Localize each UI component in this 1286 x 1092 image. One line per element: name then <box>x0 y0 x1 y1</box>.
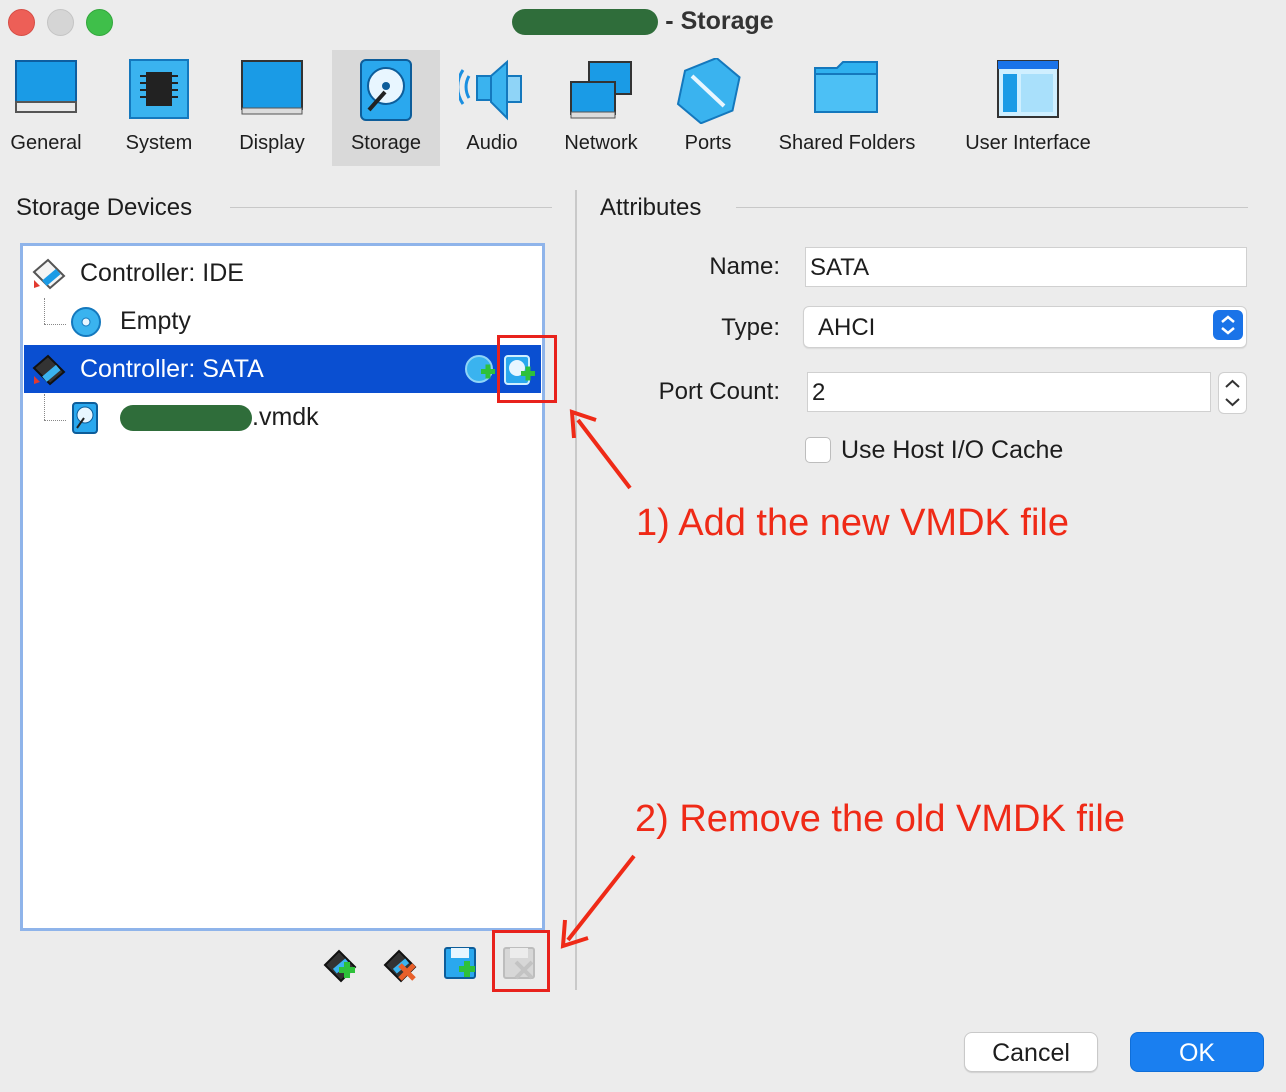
annotation-arrows <box>560 409 636 949</box>
annotation-step-2: 2) Remove the old VMDK file <box>635 798 1125 840</box>
cancel-button[interactable]: Cancel <box>964 1032 1098 1072</box>
ok-button[interactable]: OK <box>1130 1032 1264 1072</box>
annotation-step-1: 1) Add the new VMDK file <box>636 502 1069 544</box>
